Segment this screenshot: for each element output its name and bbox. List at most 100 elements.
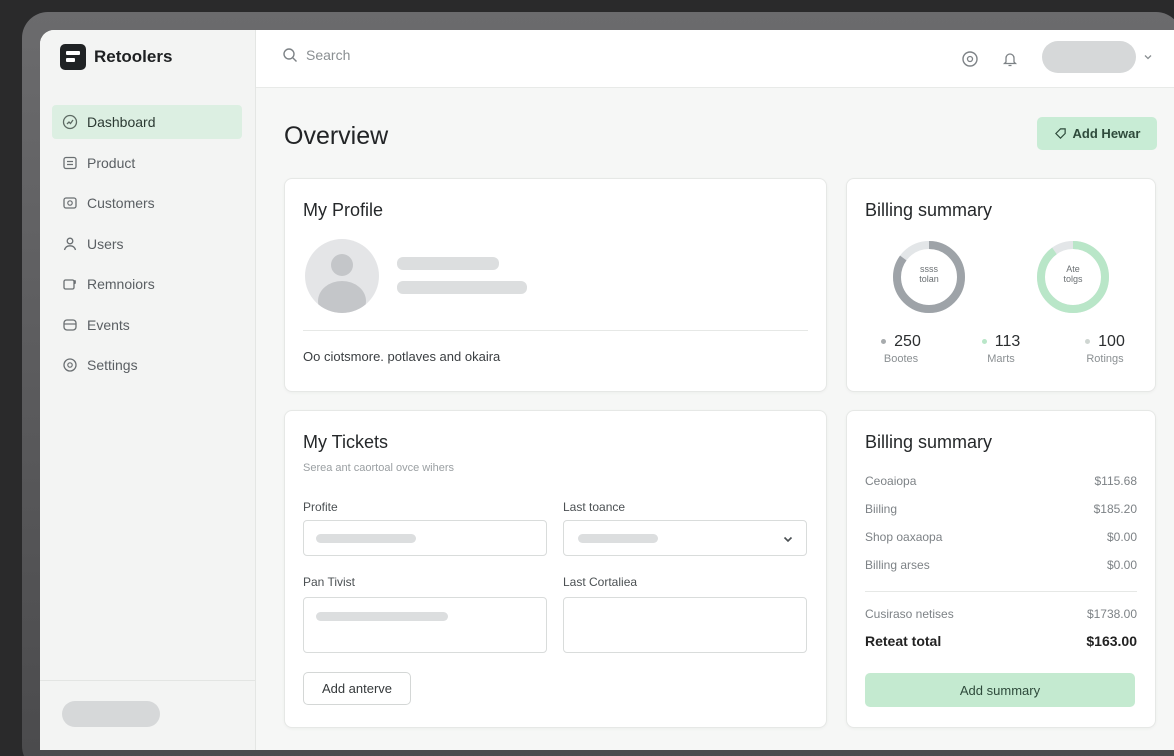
billing-row-label: Shop oaxaopa [865, 530, 943, 544]
total-value: $163.00 [1086, 633, 1137, 649]
sidebar-item-product[interactable]: Product [52, 146, 242, 180]
billing-row-value: $115.68 [1094, 474, 1138, 488]
billing-row: Shop oaxaopa $0.00 [865, 530, 1137, 544]
users-icon [62, 236, 78, 252]
profile-field[interactable] [303, 520, 547, 556]
help-icon[interactable] [960, 49, 980, 69]
subtotal-label: Cusiraso netises [865, 607, 954, 621]
dashboard-icon [62, 114, 78, 130]
user-menu[interactable] [1042, 41, 1136, 73]
add-button[interactable]: Add Hewar [1037, 117, 1157, 150]
billing-subtotal-row: Cusiraso netises $1738.00 [865, 607, 1137, 621]
add-button-label: Add Hewar [1072, 126, 1141, 141]
events-icon [62, 317, 78, 333]
sidebar-item-label: Users [87, 235, 124, 252]
divider [865, 591, 1137, 592]
sidebar-item-customers[interactable]: Customers [52, 186, 242, 220]
field-placeholder [316, 612, 448, 621]
billing-table-card: Billing summary Ceoaiopa $115.68 Biiling… [846, 410, 1156, 728]
profile-field-label: Profite [303, 500, 338, 514]
donut-2-line2: tolgs [1063, 273, 1083, 284]
subtotal-value: $1738.00 [1086, 607, 1137, 621]
chevron-down-icon[interactable] [1142, 50, 1156, 64]
sidebar-item-label: Customers [87, 195, 155, 211]
tickets-title: My Tickets [303, 432, 389, 452]
billing-total-row: Reteat total $163.00 [865, 633, 1137, 649]
sidebar-item-label: Dashboard [87, 114, 156, 130]
donut-1-label: ssss tolan [907, 264, 951, 285]
chevron-down-icon [783, 536, 793, 543]
billing-row-value: $0.00 [1106, 530, 1137, 544]
last-field-select[interactable] [563, 520, 807, 556]
stat-dot [981, 339, 987, 345]
billing-row-label: Billing arses [865, 558, 930, 572]
billing-row-value: $185.20 [1093, 502, 1137, 516]
page-title: Overview [284, 122, 389, 150]
tickets-card: My Tickets Serea ant caortoal ovce wiher… [284, 410, 827, 728]
avatar[interactable] [305, 239, 379, 313]
product-icon [62, 155, 78, 171]
billing-row: Ceoaiopa $115.68 [865, 474, 1137, 488]
stat-rotings: 100 Rotings [1065, 333, 1145, 365]
name-placeholder [397, 257, 499, 270]
stat-value: 100 [1098, 333, 1125, 350]
field-placeholder [316, 534, 416, 543]
profile-card: My Profile Oo ciotsmore. potlaves and ok… [284, 178, 827, 392]
topbar: Search [256, 30, 1174, 88]
add-ticket-button[interactable]: Add anterve [303, 672, 411, 705]
stat-value: 113 [994, 333, 1021, 350]
profile-title: My Profile [303, 200, 384, 220]
sidebar-nav: Dashboard Product Customers Users Remnoi… [52, 105, 242, 389]
stat-marts: 113 Marts [961, 333, 1041, 365]
sidebar-item-reminders[interactable]: Remnoiors [52, 267, 242, 301]
billing-table-title: Billing summary [865, 432, 993, 452]
contact-field[interactable] [563, 597, 807, 653]
sidebar-item-label: Settings [87, 357, 138, 373]
add-summary-button[interactable]: Add summary [865, 673, 1135, 707]
stat-dot [881, 339, 887, 345]
tag-icon [1054, 128, 1066, 139]
sidebar-item-events[interactable]: Events [52, 308, 242, 342]
email-placeholder [397, 281, 527, 294]
sidebar-item-users[interactable]: Users [52, 227, 242, 261]
sidebar-item-dashboard[interactable]: Dashboard [52, 105, 242, 139]
brand-name: Retoolers [94, 47, 173, 66]
sidebar-item-label: Events [87, 316, 130, 333]
donut-1-line2: tolan [919, 273, 939, 284]
search-input[interactable]: Search [306, 47, 350, 63]
bell-icon[interactable] [1000, 49, 1020, 69]
donut-2-label: Ate tolgs [1051, 264, 1095, 285]
app-window: Retoolers Dashboard Product Customers Us… [40, 30, 1174, 750]
sidebar: Retoolers Dashboard Product Customers Us… [40, 30, 256, 750]
pass-field-label: Pan Tivist [303, 575, 356, 589]
billing-summary-title: Billing summary [865, 200, 993, 220]
stat-dot [1085, 339, 1091, 345]
field-placeholder [578, 534, 658, 543]
brand[interactable]: Retoolers [60, 44, 172, 70]
customers-icon [62, 195, 78, 211]
billing-row-value: $0.00 [1106, 558, 1137, 572]
billing-row-label: Biiling [865, 502, 898, 516]
billing-summary-card: Billing summary ssss tolan Ate tolgs 250… [846, 178, 1156, 392]
billing-row-label: Ceoaiopa [865, 474, 917, 488]
sidebar-item-settings[interactable]: Settings [52, 348, 242, 382]
stat-value: 250 [894, 333, 921, 350]
search-icon [283, 48, 297, 62]
sidebar-item-label: Product [87, 154, 136, 171]
stat-label: Rotings [1086, 353, 1124, 365]
logo-icon [60, 44, 86, 70]
billing-row: Biiling $185.20 [865, 502, 1137, 516]
tickets-subtitle: Serea ant caortoal ovce wihers [303, 462, 455, 474]
stat-bootes: 250 Bootes [861, 333, 941, 365]
reminders-icon [62, 276, 78, 292]
billing-row: Billing arses $0.00 [865, 558, 1137, 572]
stat-label: Bootes [883, 353, 919, 365]
sidebar-item-label: Remnoiors [87, 276, 155, 292]
last-field-label: Last toance [563, 500, 626, 514]
divider [303, 330, 808, 331]
settings-icon [62, 357, 78, 373]
search-bar[interactable]: Search [282, 47, 350, 63]
profile-description: Oo ciotsmore. potlaves and okaira [303, 349, 501, 364]
pass-field[interactable] [303, 597, 547, 653]
account-switcher[interactable] [62, 701, 160, 727]
